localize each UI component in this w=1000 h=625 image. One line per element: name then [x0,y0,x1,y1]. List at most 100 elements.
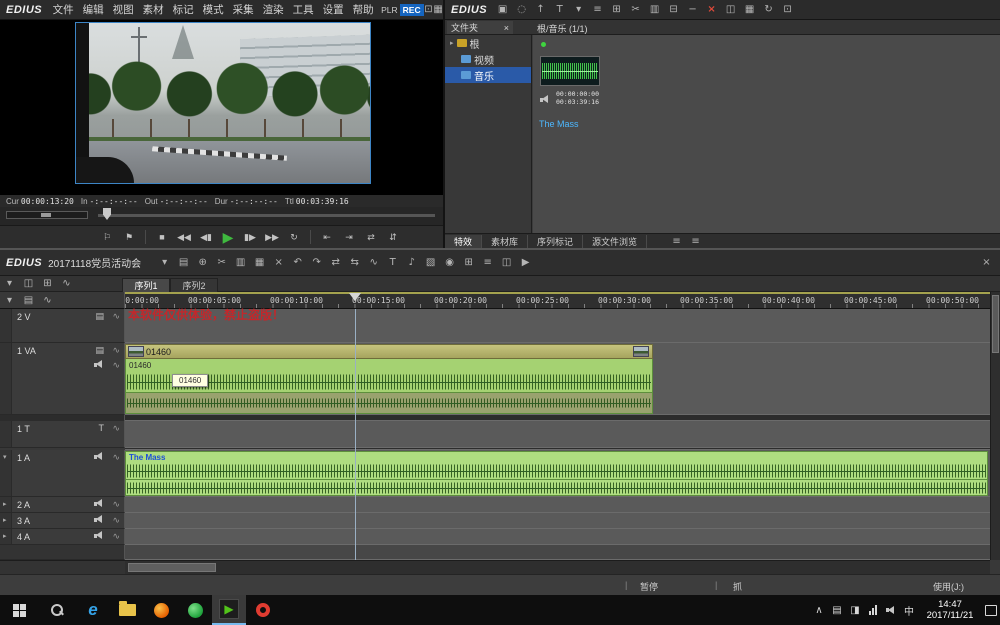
menu-edit[interactable]: 编辑 [78,2,108,17]
ripple-mode-icon[interactable]: ▾ [0,276,19,292]
tab-sequence-2[interactable]: 序列2 [170,278,218,292]
bin-new-folder-icon[interactable]: ▣ [493,2,512,18]
tabs-more-icon[interactable]: ≡ [667,233,686,249]
playhead-marker[interactable] [349,293,361,301]
pan-curve-icon[interactable]: ∿ [112,423,120,434]
tray-volume-icon[interactable] [882,595,900,625]
track-lane-3a[interactable] [125,513,990,529]
bin-cut-icon[interactable]: ✂ [626,2,645,18]
toolbar-sync-mode-icon[interactable]: ⇆ [345,255,364,271]
toolbar-dropdown-icon[interactable]: ▾ [155,255,174,271]
track-video-icon[interactable]: ▤ [19,292,38,308]
menu-mode[interactable]: 模式 [198,2,228,17]
taskbar-app-edius[interactable]: ▶ [212,595,246,625]
title-track-icon[interactable]: T [99,423,105,433]
track-header-1t[interactable]: 1 T T ∿ [0,421,125,448]
toolbar-multicam-icon[interactable]: ◫ [497,255,516,271]
track-arm-strip[interactable] [0,421,12,447]
tab-effects[interactable]: 特效 [445,235,482,248]
tray-ime-indicator[interactable]: 中 [900,595,918,625]
go-to-in-button[interactable]: ⇤ [316,228,338,246]
toolbar-redo-icon[interactable]: ↷ [307,255,326,271]
timeline-close-icon[interactable]: × [977,255,996,271]
tree-expand-icon[interactable]: ▸ [450,39,454,47]
tree-item-video[interactable]: 视频 [445,51,531,67]
toolbar-title-icon[interactable]: T [383,255,402,271]
pan-curve-icon[interactable]: ∿ [112,499,120,510]
tab-sequence-markers[interactable]: 序列标记 [528,235,583,248]
play-button[interactable]: ▶ [217,228,239,246]
pan-curve-icon[interactable]: ∿ [112,452,120,463]
speaker-icon[interactable] [94,531,104,540]
track-arm-strip[interactable] [0,309,12,342]
rewind-button[interactable]: ◀◀ [173,228,195,246]
action-center-icon[interactable] [982,595,1000,625]
menu-render[interactable]: 渲染 [258,2,288,17]
track-lane-1t[interactable] [125,421,990,448]
speaker-icon[interactable] [94,499,104,508]
toolbar-swap-icon[interactable]: ⇄ [326,255,345,271]
menu-capture[interactable]: 采集 [228,2,258,17]
toolbar-play-icon[interactable]: ▶ [516,255,535,271]
menu-help[interactable]: 帮助 [348,2,378,17]
position-slider-track[interactable] [98,214,435,217]
horizontal-scrollbar[interactable] [125,560,990,574]
taskbar-app-edge[interactable]: e [76,595,110,625]
bin-properties-icon[interactable]: ◫ [721,2,740,18]
toolbar-paste-icon[interactable]: ▦ [250,255,269,271]
bin-dropdown-icon[interactable]: ▾ [569,2,588,18]
horizontal-scrollbar-thumb[interactable] [128,563,216,572]
bin-add-clip-icon[interactable]: ⊞ [607,2,626,18]
taskbar-app-opera[interactable] [246,595,280,625]
tabs-layout-icon[interactable]: ≡ [686,233,705,249]
pan-curve-icon[interactable]: ∿ [112,311,120,322]
pan-curve-icon[interactable]: ∿ [112,345,120,356]
video-track-icon[interactable]: ▤ [95,345,104,356]
go-to-out-button[interactable]: ⇥ [338,228,360,246]
video-track-icon[interactable]: ▤ [95,311,104,322]
loop-playback-button[interactable]: ↻ [283,228,305,246]
timeline-clip-audio[interactable]: The Mass [125,451,988,496]
track-header-1a[interactable]: ▾ 1 A ∿ [0,450,125,497]
pan-curve-icon[interactable]: ∿ [112,360,120,371]
tab-source-browser[interactable]: 源文件浏览 [583,235,647,248]
tray-display-icon[interactable]: ◨ [846,595,864,625]
insert-overwrite-icon[interactable]: ◫ [19,276,38,292]
toolbar-audio-icon[interactable]: ♪ [402,255,421,271]
menu-settings[interactable]: 设置 [318,2,348,17]
bin-refresh-icon[interactable]: ↻ [759,2,778,18]
toolbar-insert-icon[interactable]: ⊕ [193,255,212,271]
menu-view[interactable]: 视图 [108,2,138,17]
speaker-icon[interactable] [94,360,104,369]
tree-item-root[interactable]: ▸ 根 [445,35,531,51]
stop-button[interactable]: ■ [151,228,173,246]
split-view-button[interactable]: ⇵ [382,228,404,246]
speaker-icon[interactable] [94,515,104,524]
audio-clip-tile[interactable]: 00:00:00:00 00:03:39:16 [539,40,603,116]
toolbar-pattern-icon[interactable]: ▧ [421,255,440,271]
snap-icon[interactable]: ⊞ [38,276,57,292]
tab-sequence-1[interactable]: 序列1 [122,278,170,292]
track-header-1va[interactable]: 1 VA ▤ ∿ ∿ [0,343,125,415]
bin-list-view-icon[interactable]: ≡ [588,2,607,18]
toolbar-record-icon[interactable]: ◉ [440,255,459,271]
speaker-icon[interactable] [94,452,104,461]
track-options-icon[interactable]: ▾ [0,292,19,308]
preview-layout-icon[interactable]: ⊡ [424,2,434,18]
expand-icon[interactable]: ▸ [3,500,7,508]
bin-copy-icon[interactable]: ▥ [645,2,664,18]
audio-link-icon[interactable]: ∿ [57,276,76,292]
pan-curve-icon[interactable]: ∿ [112,515,120,526]
tab-library[interactable]: 素材库 [482,235,528,248]
folder-panel-close-icon[interactable]: × [504,23,509,33]
tray-chevron-up-icon[interactable]: ∧ [810,595,828,625]
bin-up-folder-icon[interactable]: ↑ [531,2,550,18]
preview-panel-icon[interactable]: ▦ [433,2,443,18]
fast-forward-button[interactable]: ▶▶ [261,228,283,246]
set-out-point-button[interactable]: ⚑ [118,228,140,246]
vertical-scrollbar[interactable] [990,292,1000,560]
video-clip-bar[interactable]: 01460 [125,344,653,359]
track-header-2a[interactable]: ▸ 2 A ∿ [0,497,125,513]
tray-network-icon[interactable] [864,595,882,625]
previous-frame-button[interactable]: ◀▮ [195,228,217,246]
